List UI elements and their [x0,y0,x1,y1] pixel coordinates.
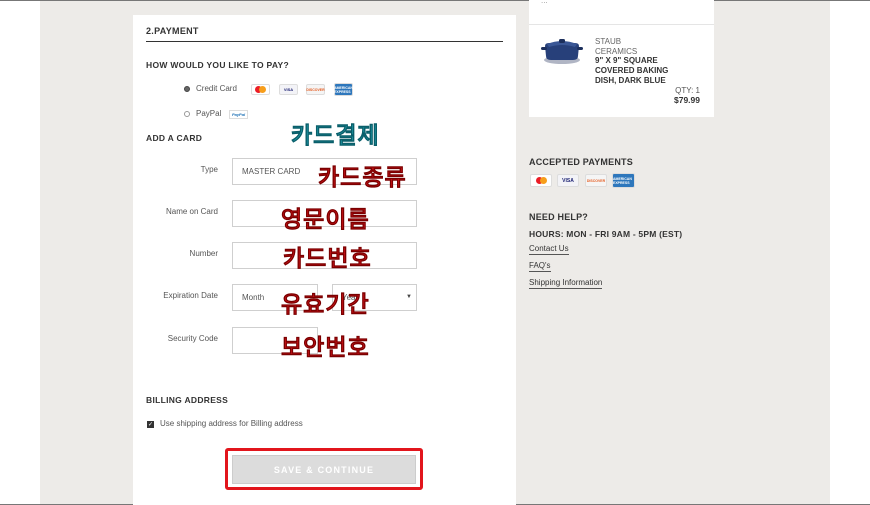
product-image [541,39,583,64]
annotation-card-number: 카드번호 [283,245,372,272]
annotation-english-name: 영문이름 [281,206,370,233]
need-help-title: NEED HELP? [529,212,589,222]
security-code-label: Security Code [167,334,218,343]
paypal-label[interactable]: PayPal [196,109,221,118]
top-border [0,0,870,1]
save-continue-button[interactable]: SAVE & CONTINUE [232,455,416,484]
billing-checkbox-label[interactable]: Use shipping address for Billing address [160,419,303,428]
annotation-validity-period: 유효기간 [281,291,370,318]
paypal-radio[interactable] [184,111,190,117]
pay-question: HOW WOULD YOU LIKE TO PAY? [146,60,290,70]
add-card-title: ADD A CARD [146,133,203,143]
product-name: 9" X 9" SQUARE COVERED BAKING DISH, DARK… [595,56,669,85]
expiration-label: Expiration Date [163,291,218,300]
support-hours: HOURS: MON - FRI 9AM - 5PM (EST) [529,229,683,239]
discover-icon: DISCOVER [306,84,325,95]
billing-address-title: BILLING ADDRESS [146,395,229,405]
visa-icon: VISA [557,174,579,187]
mastercard-icon [530,174,552,187]
faq-link[interactable]: FAQ's [529,261,551,272]
chevron-down-icon: ▼ [406,294,412,300]
number-label: Number [189,249,218,258]
annotation-card-payment: 카드결제 [291,122,380,149]
product-qty: QTY: 1 [675,86,700,95]
contact-us-link[interactable]: Contact Us [529,244,569,255]
visa-icon: VISA [279,84,298,95]
amex-icon: AMERICAN EXPRESS [334,83,353,96]
billing-checkbox[interactable]: ✓ [147,421,154,428]
amex-icon: AMERICAN EXPRESS [612,173,635,188]
section-title: 2.PAYMENT [146,26,199,36]
type-label: Type [200,165,218,174]
card-type-value: MASTER CARD [242,167,301,176]
previous-item-partial-text: ... [541,0,548,5]
accepted-payments-title: ACCEPTED PAYMENTS [529,157,633,167]
discover-icon: DISCOVER [585,174,607,187]
annotation-card-type: 카드종류 [318,164,407,191]
product-price: $79.99 [674,95,700,105]
shipping-information-link[interactable]: Shipping Information [529,278,603,289]
annotation-security-code: 보안번호 [281,334,370,361]
name-on-card-label: Name on Card [165,207,218,216]
credit-card-radio[interactable] [184,86,190,92]
product-brand: STAUB CERAMICS [595,37,638,56]
section-divider [146,41,503,42]
paypal-icon: PayPal [229,110,248,119]
mastercard-icon [251,84,270,95]
credit-card-label[interactable]: Credit Card [196,84,237,93]
order-item-divider [529,24,714,25]
